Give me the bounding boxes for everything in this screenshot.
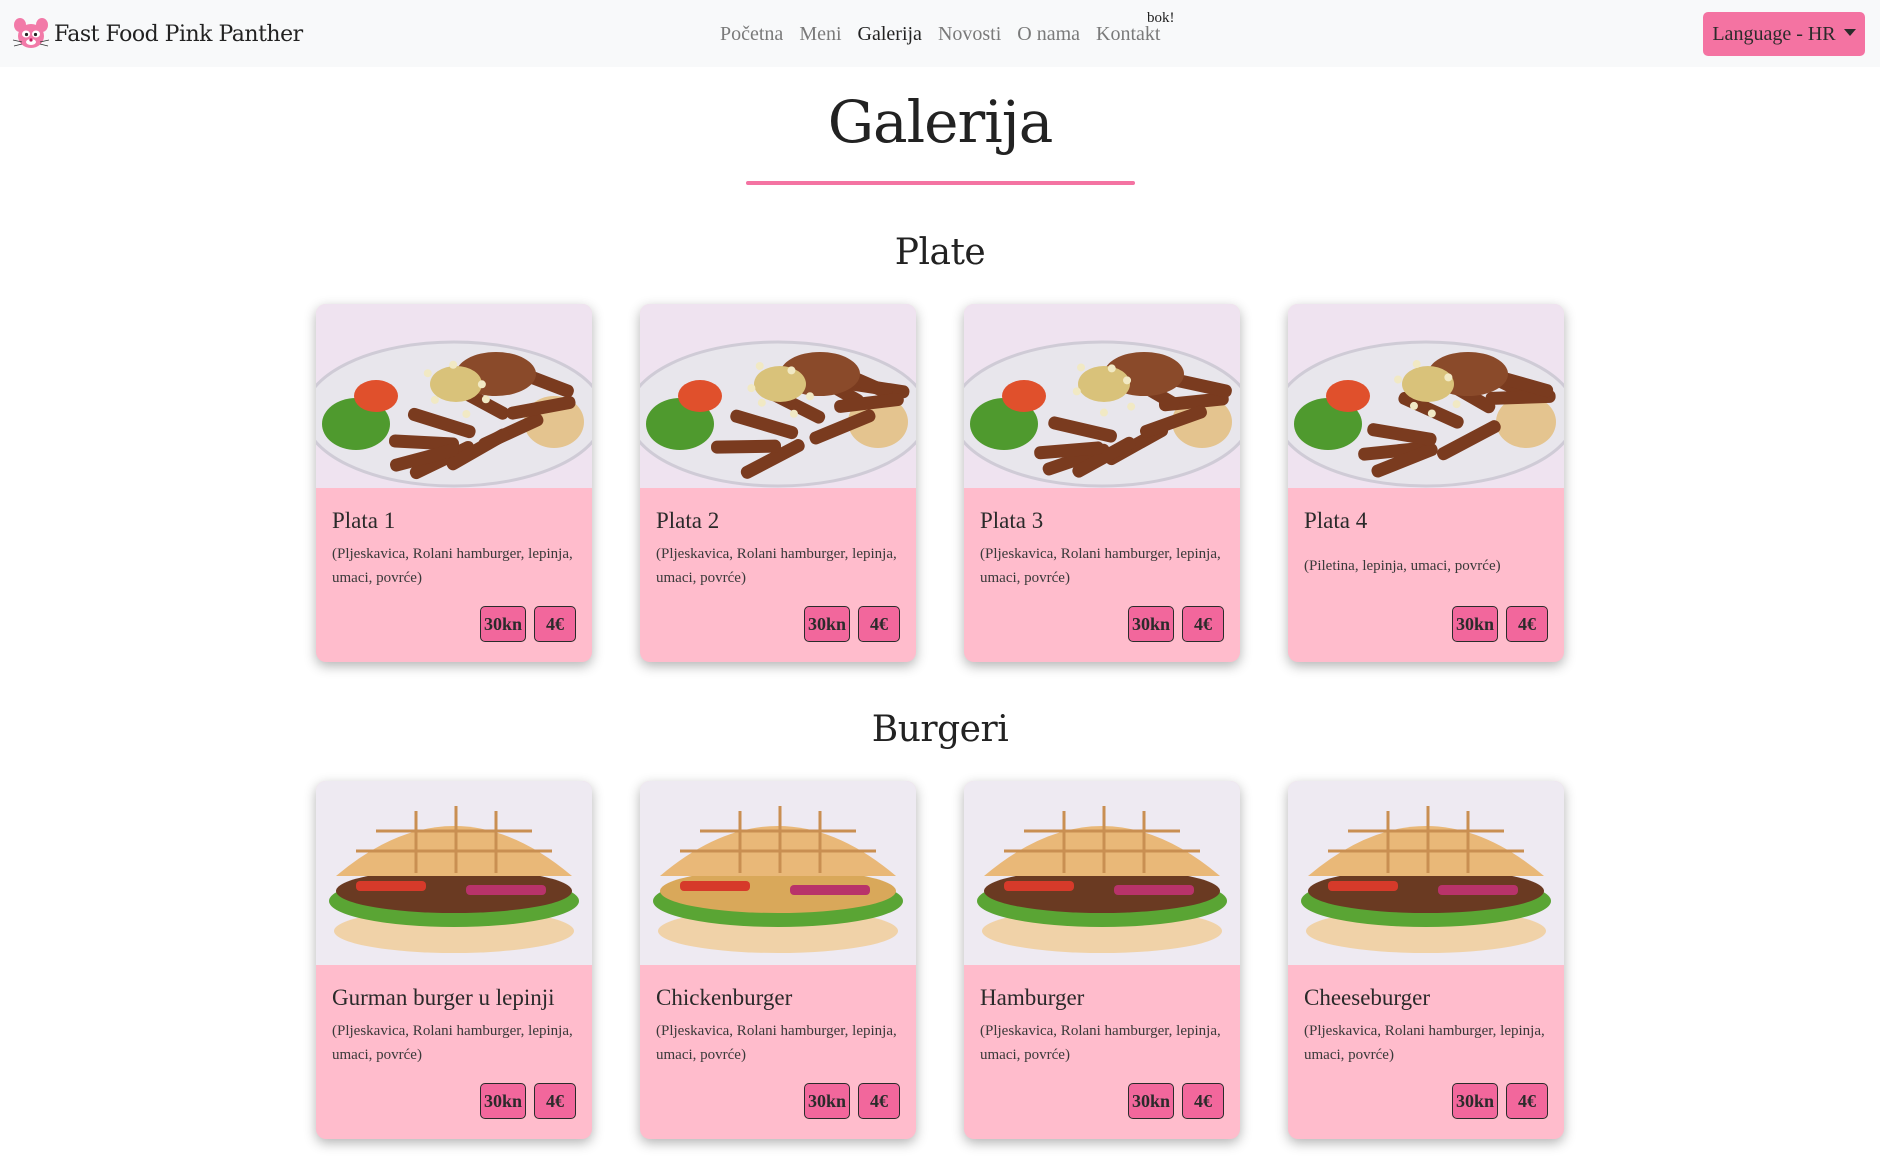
price-group: 30kn 4€ [803,606,900,642]
card-body: Cheeseburger (Pljeskavica, Rolani hambur… [1288,965,1564,1139]
title-underline [746,181,1135,185]
price-kn-button[interactable]: 30kn [803,606,850,642]
page-title: Galerija [827,88,1054,156]
card-body: Plata 4 (Piletina, lepinja, umaci, povrć… [1288,488,1564,662]
language-button-label: Language - HR [1712,22,1836,45]
nav-link-novosti[interactable]: Novosti [930,22,1009,46]
card-description: (Pljeskavica, Rolani hamburger, lepinja,… [980,546,1221,586]
price-kn-button[interactable]: 30kn [1451,1083,1498,1119]
price-group: 30kn 4€ [479,606,576,642]
gallery-card-plate-3[interactable]: Plata 3 (Pljeskavica, Rolani hamburger, … [964,304,1240,662]
platter-photo [640,304,916,488]
card-description: (Pljeskavica, Rolani hamburger, lepinja,… [1304,1023,1545,1063]
price-eur-button[interactable]: 4€ [1506,1083,1548,1119]
brand-link[interactable]: Fast Food Pink Panther [10,12,303,56]
card-body: Plata 3 (Pljeskavica, Rolani hamburger, … [964,488,1240,662]
card-description: (Pljeskavica, Rolani hamburger, lepinja,… [980,1023,1221,1063]
card-body: Plata 1 (Pljeskavica, Rolani hamburger, … [316,488,592,662]
card-description: (Pljeskavica, Rolani hamburger, lepinja,… [332,1023,573,1063]
gallery-card-burgeri-1[interactable]: Gurman burger u lepinji (Pljeskavica, Ro… [316,781,592,1139]
gallery-card-burgeri-3[interactable]: Hamburger (Pljeskavica, Rolani hamburger… [964,781,1240,1139]
price-eur-button[interactable]: 4€ [534,606,576,642]
gallery-card-plate-4[interactable]: Plata 4 (Piletina, lepinja, umaci, povrć… [1288,304,1564,662]
price-eur-button[interactable]: 4€ [534,1083,576,1119]
gallery-card-plate-1[interactable]: Plata 1 (Pljeskavica, Rolani hamburger, … [316,304,592,662]
language-dropdown-button[interactable]: Language - HR [1703,12,1865,56]
nav-link-galerija[interactable]: Galerija [850,22,930,46]
card-description: (Pljeskavica, Rolani hamburger, lepinja,… [656,1023,897,1063]
price-kn-button[interactable]: 30kn [803,1083,850,1119]
brand-name: Fast Food Pink Panther [54,21,303,47]
burger-photo [964,781,1240,965]
price-kn-button[interactable]: 30kn [1127,606,1174,642]
card-body: Plata 2 (Pljeskavica, Rolani hamburger, … [640,488,916,662]
price-kn-button[interactable]: 30kn [1451,606,1498,642]
platter-photo [1288,304,1564,488]
pink-panther-logo-icon [12,18,50,48]
card-title: Plata 2 [656,508,720,533]
card-title: Gurman burger u lepinji [332,985,555,1010]
nav-link-o-nama[interactable]: O nama [1009,22,1088,46]
card-description: (Pljeskavica, Rolani hamburger, lepinja,… [656,546,897,586]
burger-photo [640,781,916,965]
nav-link-meni[interactable]: Meni [791,22,849,46]
card-description: (Piletina, lepinja, umaci, povrće) [1304,558,1501,574]
card-body: Gurman burger u lepinji (Pljeskavica, Ro… [316,965,592,1139]
price-eur-button[interactable]: 4€ [858,1083,900,1119]
card-title: Plata 4 [1304,508,1368,533]
price-eur-button[interactable]: 4€ [1506,606,1548,642]
burger-photo [1288,781,1564,965]
card-title: Hamburger [980,985,1085,1010]
price-group: 30kn 4€ [1451,1083,1548,1119]
price-group: 30kn 4€ [803,1083,900,1119]
gallery-card-burgeri-4[interactable]: Cheeseburger (Pljeskavica, Rolani hambur… [1288,781,1564,1139]
price-eur-button[interactable]: 4€ [1182,1083,1224,1119]
card-description: (Pljeskavica, Rolani hamburger, lepinja,… [332,546,573,586]
greeting-text: bok! [1147,10,1175,26]
platter-photo [316,304,592,488]
section-title-plate: Plate [894,232,986,273]
gallery-card-burgeri-2[interactable]: Chickenburger (Pljeskavica, Rolani hambu… [640,781,916,1139]
card-body: Hamburger (Pljeskavica, Rolani hamburger… [964,965,1240,1139]
price-eur-button[interactable]: 4€ [858,606,900,642]
navbar: Fast Food Pink Panther Početna Meni Gale… [0,0,1880,67]
nav-link-pocetna[interactable]: Početna [712,22,791,46]
burger-photo [316,781,592,965]
platter-photo [964,304,1240,488]
price-group: 30kn 4€ [1127,606,1224,642]
nav-links: Početna Meni Galerija Novosti O nama Kon… [712,22,1168,46]
caret-down-icon [1843,28,1856,36]
price-kn-button[interactable]: 30kn [1127,1083,1174,1119]
price-kn-button[interactable]: 30kn [479,1083,526,1119]
card-title: Plata 3 [980,508,1044,533]
price-group: 30kn 4€ [1127,1083,1224,1119]
card-title: Plata 1 [332,508,396,533]
price-group: 30kn 4€ [1451,606,1548,642]
section-title-burgeri: Burgeri [871,709,1009,750]
price-eur-button[interactable]: 4€ [1182,606,1224,642]
card-body: Chickenburger (Pljeskavica, Rolani hambu… [640,965,916,1139]
price-group: 30kn 4€ [479,1083,576,1119]
gallery-card-plate-2[interactable]: Plata 2 (Pljeskavica, Rolani hamburger, … [640,304,916,662]
card-title: Cheeseburger [1304,985,1431,1010]
card-title: Chickenburger [656,985,793,1010]
price-kn-button[interactable]: 30kn [479,606,526,642]
